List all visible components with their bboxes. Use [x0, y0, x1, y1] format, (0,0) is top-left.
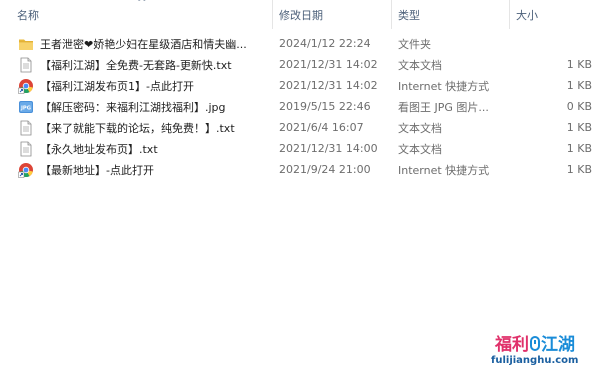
file-name: 【福利江湖发布页1】-点此打开 — [40, 79, 194, 93]
column-header-date[interactable]: 修改日期 — [273, 0, 392, 29]
file-name: 【福利江湖】全免费-无套路-更新快.txt — [40, 58, 232, 72]
file-list: 王者泄密❤娇艳少妇在星级酒店和情夫幽... 2024/1/12 22:24 文件… — [0, 33, 598, 180]
folder-icon — [18, 36, 34, 52]
file-date: 2021/12/31 14:02 — [279, 79, 378, 92]
file-row[interactable]: 【最新地址】-点此打开 2021/9/24 21:00 Internet 快捷方… — [0, 159, 598, 180]
file-row[interactable]: JPG 【解压密码：来福利江湖找福利】.jpg 2019/5/15 22:46 … — [0, 96, 598, 117]
internet-shortcut-icon — [18, 78, 34, 94]
file-name: 【解压密码：来福利江湖找福利】.jpg — [40, 100, 226, 114]
file-name: 【来了就能下载的论坛，纯免费！】.txt — [40, 121, 235, 135]
watermark-title-part2: 江湖 — [541, 335, 575, 355]
jpg-image-icon: JPG — [18, 99, 34, 115]
file-type: 看图王 JPG 图片... — [398, 100, 489, 114]
file-size: 1 KB — [566, 58, 592, 71]
file-date: 2019/5/15 22:46 — [279, 100, 371, 113]
watermark-logo: 福利 江湖 fulijianghu.com — [491, 330, 586, 372]
file-size: 1 KB — [566, 163, 592, 176]
column-header-date-label: 修改日期 — [279, 8, 323, 22]
column-header-size[interactable]: 大小 — [510, 0, 598, 29]
file-name: 【永久地址发布页】.txt — [40, 142, 158, 156]
internet-shortcut-icon — [18, 162, 34, 178]
file-date: 2024/1/12 22:24 — [279, 37, 371, 50]
column-header-name-label: 名称 — [17, 8, 39, 22]
column-header-row: ^ 名称 修改日期 类型 大小 — [0, 0, 598, 29]
text-file-icon — [18, 57, 34, 73]
file-row[interactable]: 王者泄密❤娇艳少妇在星级酒店和情夫幽... 2024/1/12 22:24 文件… — [0, 33, 598, 54]
column-header-name[interactable]: ^ 名称 — [0, 0, 273, 29]
text-file-icon — [18, 141, 34, 157]
watermark-title: 福利 江湖 — [495, 330, 575, 355]
sort-ascending-icon: ^ — [136, 0, 148, 8]
file-name: 王者泄密❤娇艳少妇在星级酒店和情夫幽... — [40, 37, 247, 51]
file-explorer-window: ^ 名称 修改日期 类型 大小 王者泄密❤娇艳少妇在星级酒店和情夫幽... 20… — [0, 0, 598, 380]
file-row[interactable]: 【永久地址发布页】.txt 2021/12/31 14:00 文本文档 1 KB — [0, 138, 598, 159]
file-name: 【最新地址】-点此打开 — [40, 163, 154, 177]
file-type: 文本文档 — [398, 142, 442, 156]
file-date: 2021/9/24 21:00 — [279, 163, 371, 176]
file-row[interactable]: 【来了就能下载的论坛，纯免费！】.txt 2021/6/4 16:07 文本文档… — [0, 117, 598, 138]
file-type: 文本文档 — [398, 121, 442, 135]
file-row[interactable]: 【福利江湖】全免费-无套路-更新快.txt 2021/12/31 14:02 文… — [0, 54, 598, 75]
column-header-type-label: 类型 — [398, 8, 420, 22]
column-header-size-label: 大小 — [516, 8, 538, 22]
file-type: Internet 快捷方式 — [398, 163, 490, 177]
svg-text:JPG: JPG — [20, 105, 31, 111]
file-size: 1 KB — [566, 142, 592, 155]
file-size: 1 KB — [566, 121, 592, 134]
file-size: 1 KB — [566, 79, 592, 92]
watermark-title-part1: 福利 — [495, 335, 529, 355]
text-file-icon — [18, 120, 34, 136]
file-date: 2021/12/31 14:02 — [279, 58, 378, 71]
watermark-url: fulijianghu.com — [491, 355, 579, 366]
file-type: 文本文档 — [398, 58, 442, 72]
column-header-type[interactable]: 类型 — [392, 0, 510, 29]
file-date: 2021/6/4 16:07 — [279, 121, 364, 134]
mouse-icon — [530, 336, 540, 351]
file-type: 文件夹 — [398, 37, 431, 51]
file-type: Internet 快捷方式 — [398, 79, 490, 93]
file-size: 0 KB — [566, 100, 592, 113]
file-date: 2021/12/31 14:00 — [279, 142, 378, 155]
file-row[interactable]: 【福利江湖发布页1】-点此打开 2021/12/31 14:02 Interne… — [0, 75, 598, 96]
